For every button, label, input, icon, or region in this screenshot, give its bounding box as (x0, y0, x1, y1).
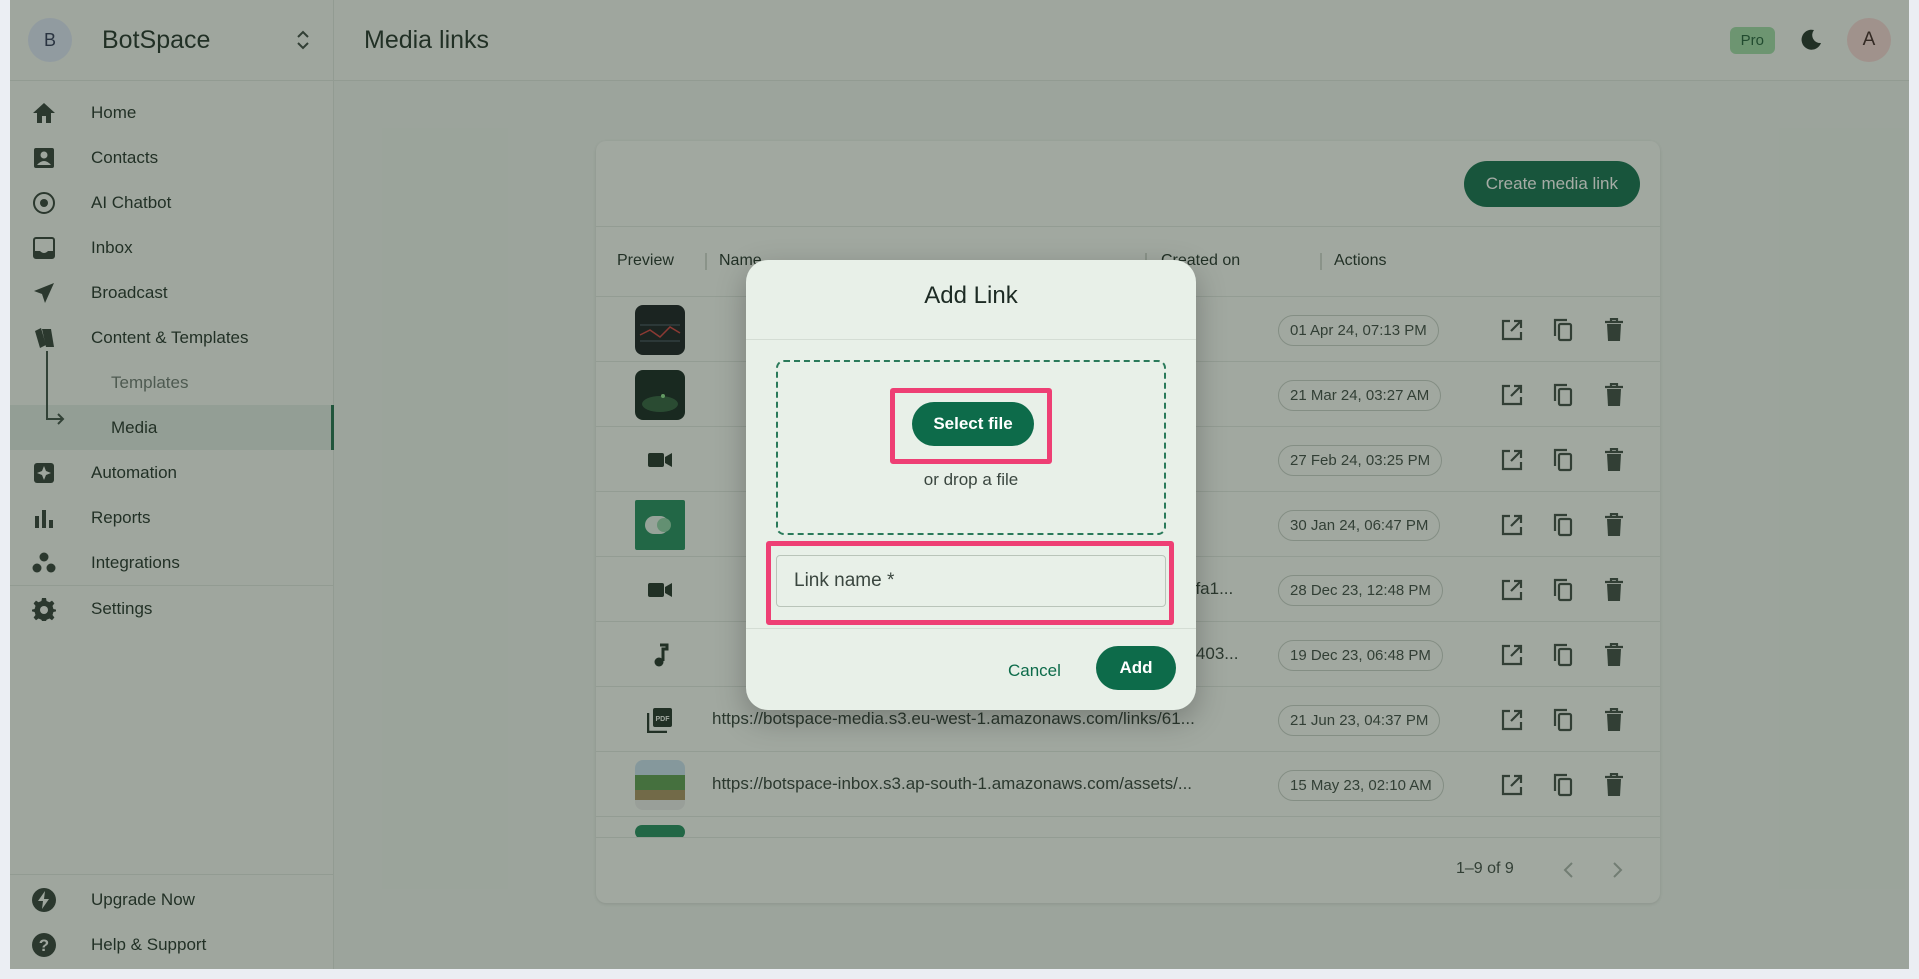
dialog-divider (746, 339, 1196, 340)
drop-hint: or drop a file (923, 470, 1019, 489)
add-link-dialog: Add Link Select file or drop a file Canc… (746, 260, 1196, 710)
cancel-button[interactable]: Cancel (996, 650, 1073, 692)
app-window: B BotSpace Home Contacts AI Chatbot Inbo… (10, 0, 1909, 969)
link-name-highlight (766, 541, 1174, 625)
select-file-highlight (890, 388, 1052, 464)
dialog-title: Add Link (924, 282, 1018, 309)
dialog-divider (746, 628, 1196, 629)
add-button[interactable]: Add (1096, 646, 1176, 690)
